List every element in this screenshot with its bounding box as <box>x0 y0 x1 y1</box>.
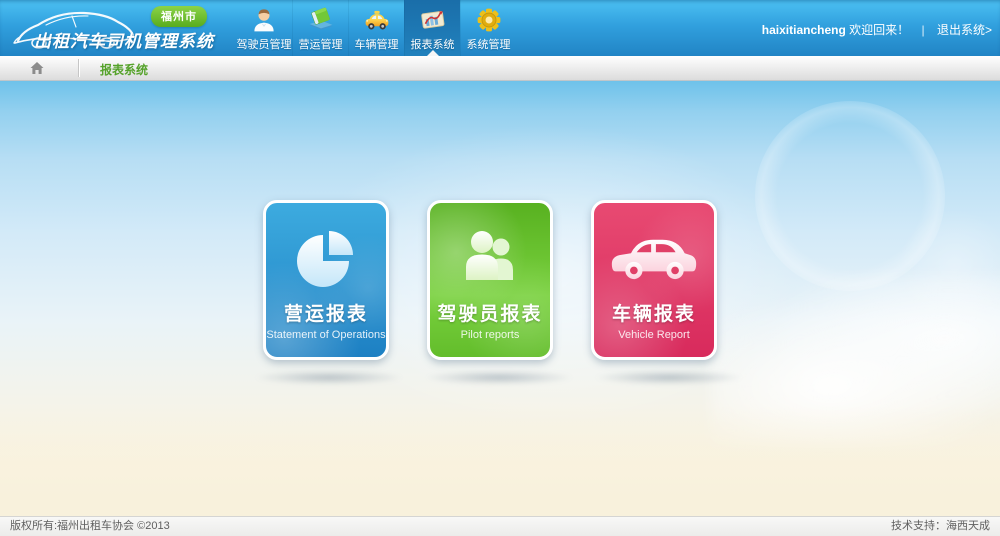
car-icon <box>608 225 700 291</box>
card-subtitle: Statement of Operations <box>266 329 385 341</box>
taxi-icon <box>362 5 392 35</box>
nav-item-vehicle-management[interactable]: 车辆管理 <box>348 0 404 56</box>
main-content: 营运报表 Statement of Operations <box>0 81 1000 516</box>
pie-chart-icon <box>294 225 358 291</box>
page: 福州市 出租汽车司机管理系统 驾驶员管理 <box>0 0 1000 536</box>
haze-decoration <box>0 406 1000 516</box>
card-subtitle: Vehicle Report <box>618 329 690 341</box>
card-driver-report[interactable]: 驾驶员报表 Pilot reports <box>427 200 553 360</box>
nav-item-report-system[interactable]: 报表系统 <box>404 0 460 56</box>
operations-books-icon <box>307 5 335 35</box>
logo: 福州市 出租汽车司机管理系统 <box>0 0 236 56</box>
driver-person-icon <box>250 5 278 35</box>
header: 福州市 出租汽车司机管理系统 驾驶员管理 <box>0 0 1000 56</box>
card-subtitle: Pilot reports <box>461 329 520 341</box>
nav-label: 系统管理 <box>467 36 511 52</box>
card-ground-shadow <box>254 370 404 385</box>
system-title: 出租汽车司机管理系统 <box>34 27 214 52</box>
card-title: 营运报表 <box>284 299 368 326</box>
logout-link[interactable]: 退出系统> <box>937 23 992 37</box>
home-icon[interactable] <box>29 60 45 76</box>
report-cards: 营运报表 Statement of Operations <box>263 200 717 360</box>
footer-copyright: 版权所有:福州出租车协会 ©2013 <box>10 517 170 536</box>
welcome-text: 欢迎回来！ <box>849 23 909 37</box>
footer: 版权所有:福州出租车协会 ©2013 技术支持：海西天成 <box>0 516 1000 536</box>
card-title: 驾驶员报表 <box>437 299 542 326</box>
breadcrumb-divider <box>78 59 79 77</box>
nav-item-system-management[interactable]: 系统管理 <box>460 0 516 56</box>
user-info: haixitiancheng 欢迎回来！ | 退出系统> <box>762 21 992 38</box>
main-nav: 驾驶员管理 营运管理 <box>236 0 516 56</box>
city-badge: 福州市 <box>151 6 207 27</box>
username: haixitiancheng <box>762 23 846 37</box>
nav-label: 车辆管理 <box>355 36 399 52</box>
nav-item-operations-management[interactable]: 营运管理 <box>292 0 348 56</box>
card-title: 车辆报表 <box>612 299 696 326</box>
card-operations-report[interactable]: 营运报表 Statement of Operations <box>263 200 389 360</box>
card-ground-shadow <box>424 370 574 385</box>
user-separator: | <box>922 23 925 37</box>
card-vehicle-report[interactable]: 车辆报表 Vehicle Report <box>591 200 717 360</box>
breadcrumb-current-page: 报表系统 <box>100 61 148 78</box>
card-ground-shadow <box>594 370 744 385</box>
footer-support: 技术支持：海西天成 <box>891 517 990 536</box>
report-chart-icon <box>418 5 448 35</box>
nav-label: 驾驶员管理 <box>237 36 292 52</box>
nav-label: 营运管理 <box>299 36 343 52</box>
nav-item-driver-management[interactable]: 驾驶员管理 <box>236 0 292 56</box>
gear-icon <box>475 5 503 35</box>
breadcrumb: 报表系统 <box>0 56 1000 81</box>
people-icon <box>458 225 522 291</box>
nav-label: 报表系统 <box>411 36 455 52</box>
